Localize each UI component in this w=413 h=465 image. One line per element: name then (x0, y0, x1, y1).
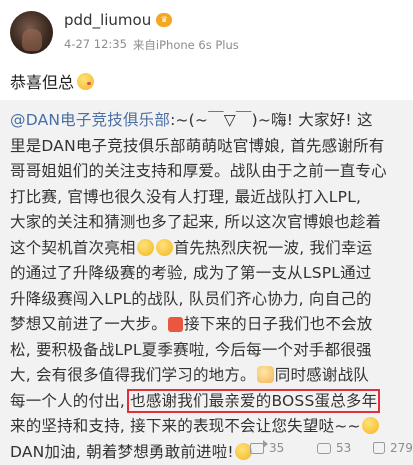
post-date: 4-27 12:35 (64, 37, 127, 51)
repost-text: 这个契机首次亮相 (10, 238, 136, 257)
comment-count: 53 (336, 441, 352, 455)
repost-actions: 35 53 279 (0, 435, 413, 463)
repost-line: 大家的关注和猜测也多了起来, 所以这次官博娘也趁着 (10, 213, 382, 231)
repost-text: 同时感谢战队 (274, 366, 369, 384)
share-count: 35 (269, 441, 285, 455)
share-button[interactable]: 35 (250, 439, 285, 455)
post-text-content: 恭喜但总 (10, 73, 75, 92)
highlighted-text: 也感谢我们最亲爱的BOSS蛋总多年 (127, 388, 381, 413)
repost-line: 这个契机首次亮相 首先热烈庆祝一波, 我们幸运 (10, 236, 406, 262)
repost-line: @DAN电子竞技俱乐部:~(~￣▽￣)~嗨! 大家好! 这 (10, 108, 406, 134)
repost-text: 来的坚持和支持, 接下来的表现不会让您失望哒~~ (10, 417, 361, 435)
mention-link[interactable]: @DAN电子竞技俱乐部 (10, 111, 170, 129)
fight-badge-icon (168, 317, 184, 332)
repost-line: 大, 会有很多值得我们学习的地方。 同时感谢战队 (10, 363, 406, 389)
repost-body: @DAN电子竞技俱乐部:~(~￣▽￣)~嗨! 大家好! 这 里是DAN电子竞技俱… (10, 108, 406, 465)
username[interactable]: pdd_liumou (64, 11, 151, 29)
repost-line: 打比赛, 官博也很久没有人打理, 最近战队打入LPL, (10, 187, 362, 206)
username-row: pdd_liumou ♛ (64, 9, 173, 31)
repost-text: 梦想又前进了一大步。 (10, 315, 168, 333)
like-icon (373, 442, 385, 454)
tongue-emoji-icon (155, 238, 173, 256)
avatar[interactable] (10, 11, 53, 54)
repost-line: 的通过了升降级赛的考验, 成为了第一支从LSPL通过 (10, 264, 372, 282)
repost-line: 梦想又前进了一大步。 接下来的日子我们也不会放 (10, 312, 406, 338)
repost-line: 松, 要积极备战LPL夏季赛啦, 今后每一个对手都很强 (10, 340, 372, 359)
repost-line: 每一个人的付出, 也感谢我们最亲爱的BOSS蛋总多年 (10, 388, 406, 415)
comment-button[interactable]: 53 (317, 441, 351, 455)
repost-text: 每一个人的付出, (10, 391, 131, 410)
repost-text: 接下来的日子我们也不会放 (184, 315, 373, 333)
repost-line: 哥哥姐姐们的关注支持和厚爱。战队由于之前一直专心 (10, 162, 387, 180)
post-source: 来自iPhone 6s Plus (132, 38, 239, 52)
share-icon (250, 439, 268, 454)
repost-box[interactable]: @DAN电子竞技俱乐部:~(~￣▽￣)~嗨! 大家好! 这 里是DAN电子竞技俱… (0, 100, 413, 465)
repost-line: 升降级赛闯入LPL的战队, 队员们齐心协力, 向自己的 (10, 289, 372, 308)
repost-text: 大, 会有很多值得我们学习的地方。 (10, 366, 256, 384)
repost-line: 里是DAN电子竞技俱乐部萌萌哒官博娘, 首先感谢所有 (10, 136, 385, 155)
repost-text: :~(~￣▽￣)~嗨! 大家好! 这 (170, 111, 373, 129)
like-button[interactable]: 279 (373, 441, 413, 455)
vip-crown-icon: ♛ (156, 13, 173, 27)
laugh-emoji-icon (361, 417, 379, 434)
embarrassed-emoji-icon (136, 238, 154, 256)
repost-text: 首先热烈庆祝一波, 我们幸运 (173, 238, 373, 257)
like-count: 279 (390, 441, 413, 455)
thumbs-up-emoji-icon (256, 366, 274, 383)
post-header: pdd_liumou ♛ 4-27 12:35 来自iPhone 6s Plus (0, 0, 413, 64)
kiss-emoji-icon (77, 72, 95, 90)
post-text: 恭喜但总 (10, 69, 95, 93)
post-meta: 4-27 12:35 来自iPhone 6s Plus (64, 37, 239, 53)
comment-icon (317, 442, 331, 454)
